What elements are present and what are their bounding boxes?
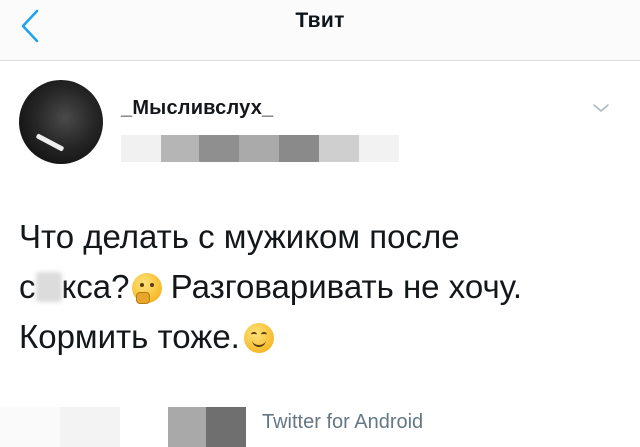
redacted-timestamp (0, 407, 250, 447)
thinking-face-icon (131, 273, 162, 304)
tweet-line-2-mid: кса? (61, 268, 130, 305)
tweet-line-2-end: Разговаривать не хочу. (161, 268, 523, 305)
page-title: Твит (295, 9, 345, 32)
tweet-line-3: Кормить тоже. (19, 318, 240, 355)
tweet-line-2-start: с (19, 268, 36, 305)
author-name[interactable]: _Мысливслух_ (121, 97, 273, 120)
tweet-line-1: Что делать с мужиком после (19, 218, 460, 255)
smiling-face-icon (243, 323, 274, 353)
avatar-cigarette (35, 133, 65, 152)
tweet-text: Что делать с мужиком после с кса? Разгова… (19, 212, 619, 362)
top-bar: Твит (0, 0, 640, 61)
chevron-down-icon (593, 104, 609, 112)
tweet-menu-button[interactable] (590, 100, 612, 116)
redacted-letter (35, 272, 62, 302)
redacted-handle (121, 135, 399, 162)
avatar[interactable] (19, 80, 103, 164)
tweet-source[interactable]: Twitter for Android (262, 411, 423, 434)
